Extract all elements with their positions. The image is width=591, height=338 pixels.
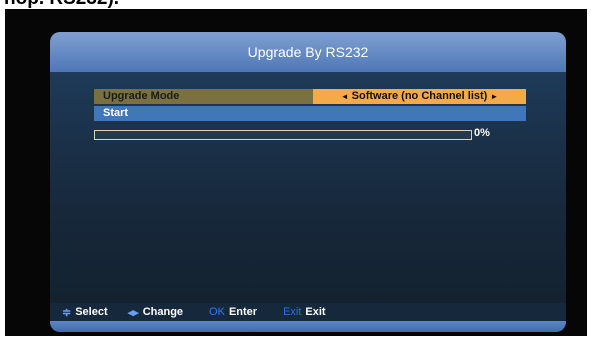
change-hint: ◂▸ Change — [128, 306, 183, 319]
tv-screen: Upgrade By RS232 Upgrade Mode ◄ Software… — [5, 9, 587, 336]
upgrade-mode-row[interactable]: Upgrade Mode ◄ Software (no Channel list… — [94, 89, 526, 104]
exit-hint: Exit Exit — [283, 306, 326, 318]
key-hint-bar: ≑ Select ◂▸ Change OK Enter Exit Exit — [50, 303, 566, 321]
enter-hint-label: Enter — [228, 306, 258, 318]
ok-key-icon: OK — [209, 306, 225, 318]
upgrade-progress-bar — [94, 130, 472, 140]
upgrade-mode-value: Software (no Channel list) — [351, 90, 488, 102]
change-hint-label: Change — [142, 306, 184, 318]
enter-hint: OK Enter — [209, 306, 257, 318]
document-heading-fragment: nop. RS232). — [4, 0, 119, 9]
exit-key-icon: Exit — [283, 306, 302, 318]
select-hint: ≑ Select — [62, 306, 108, 319]
left-right-arrows-icon: ◂▸ — [127, 306, 139, 319]
dialog-title: Upgrade By RS232 — [247, 44, 369, 60]
exit-hint-label: Exit — [305, 306, 326, 318]
select-hint-label: Select — [75, 306, 108, 318]
dialog-body: Upgrade Mode ◄ Software (no Channel list… — [50, 72, 566, 303]
progress-percent: 0% — [474, 127, 490, 139]
right-arrow-icon[interactable]: ► — [490, 89, 498, 104]
upgrade-mode-selector[interactable]: ◄ Software (no Channel list) ► — [313, 89, 526, 104]
upgrade-mode-label: Upgrade Mode — [94, 89, 313, 104]
left-arrow-icon[interactable]: ◄ — [341, 89, 349, 104]
up-down-arrows-icon: ≑ — [62, 306, 72, 319]
dialog-bottom-bar — [50, 321, 566, 332]
start-button[interactable]: Start — [94, 106, 526, 121]
upgrade-dialog: Upgrade By RS232 Upgrade Mode ◄ Software… — [50, 32, 566, 332]
dialog-header: Upgrade By RS232 — [50, 32, 566, 72]
